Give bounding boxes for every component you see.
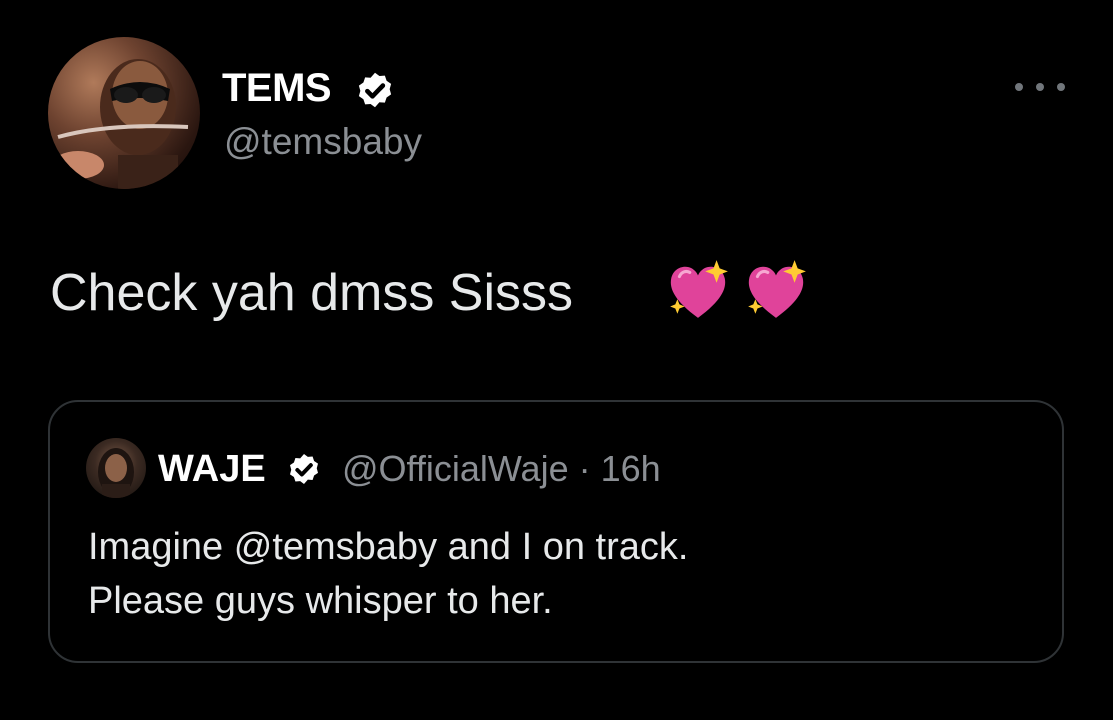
tweet-text: Check yah dmss Sisss bbox=[50, 264, 574, 322]
author-display-name[interactable]: TEMS bbox=[222, 66, 332, 110]
quoted-tweet-time[interactable]: 16h bbox=[601, 448, 661, 489]
meta-separator: · bbox=[578, 448, 591, 489]
sparkling-heart-icon bbox=[748, 260, 806, 318]
quoted-tweet-line: Imagine @temsbaby and I on track. bbox=[88, 526, 689, 568]
quoted-author-display-name[interactable]: WAJE bbox=[158, 447, 266, 491]
quoted-tweet-text: Imagine @temsbaby and I on track. Please… bbox=[88, 520, 688, 628]
more-horizontal-icon bbox=[1015, 83, 1023, 91]
quoted-author-handle[interactable]: @OfficialWaje bbox=[342, 448, 569, 489]
more-horizontal-icon bbox=[1036, 83, 1044, 91]
profile-photo-icon bbox=[98, 448, 134, 498]
sparkling-heart-icon bbox=[670, 260, 728, 318]
more-horizontal-icon bbox=[1057, 83, 1065, 91]
author-avatar[interactable] bbox=[48, 37, 200, 189]
quoted-author-avatar[interactable] bbox=[86, 438, 146, 498]
quoted-tweet-meta: @OfficialWaje · 16h bbox=[342, 447, 661, 491]
tweet: TEMS @temsbaby Check yah dmss Sisss WAJE bbox=[0, 0, 1113, 720]
author-handle[interactable]: @temsbaby bbox=[224, 120, 422, 164]
quoted-tweet-line: Please guys whisper to her. bbox=[88, 580, 553, 622]
profile-photo-icon bbox=[52, 59, 189, 189]
more-options-button[interactable] bbox=[1015, 72, 1065, 102]
verified-badge-icon bbox=[290, 454, 318, 484]
verified-badge-icon bbox=[358, 72, 392, 108]
